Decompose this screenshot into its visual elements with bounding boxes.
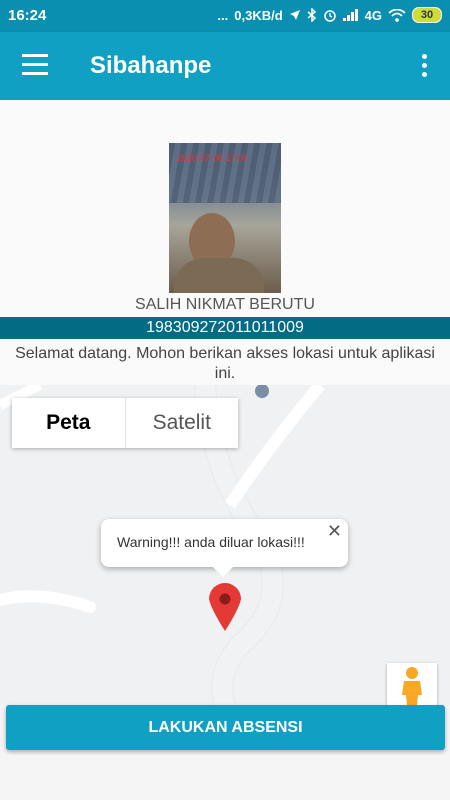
map-type-peta[interactable]: Peta bbox=[12, 398, 126, 448]
status-icons: ... 0,3KB/d 4G 30 bbox=[217, 7, 442, 23]
welcome-message: Selamat datang. Mohon berikan akses loka… bbox=[15, 345, 435, 382]
wifi-icon bbox=[388, 8, 406, 22]
app-bar: Sibahanpe bbox=[0, 32, 450, 100]
profile-section: 2020-07-08 17:00 SALIH NIKMAT BERUTU 198… bbox=[0, 100, 450, 385]
photo-timestamp: 2020-07-08 17:00 bbox=[177, 153, 249, 163]
battery-icon: 30 bbox=[412, 7, 442, 23]
map-view[interactable]: Peta Satelit Warning!!! anda diluar loka… bbox=[0, 385, 450, 705]
profile-photo: 2020-07-08 17:00 bbox=[169, 143, 281, 293]
app-title: Sibahanpe bbox=[90, 52, 212, 79]
map-type-toggle: Peta Satelit bbox=[12, 398, 238, 448]
notification-dots: ... bbox=[217, 7, 229, 23]
bluetooth-icon bbox=[307, 8, 316, 22]
warning-text: Warning!!! anda diluar lokasi!!! bbox=[117, 534, 305, 550]
hamburger-menu-icon[interactable] bbox=[22, 54, 48, 76]
location-warning-infowindow: Warning!!! anda diluar lokasi!!! ✕ bbox=[101, 519, 348, 577]
close-icon[interactable]: ✕ bbox=[327, 521, 342, 542]
map-type-satelit[interactable]: Satelit bbox=[126, 398, 239, 448]
employee-name: SALIH NIKMAT BERUTU bbox=[135, 296, 315, 313]
lakukan-absensi-button[interactable]: LAKUKAN ABSENSI bbox=[6, 705, 445, 750]
more-vert-icon[interactable] bbox=[422, 54, 428, 81]
location-arrow-icon bbox=[289, 10, 300, 20]
network-type: 4G bbox=[364, 7, 382, 23]
street-view-pegman-icon[interactable] bbox=[387, 663, 437, 705]
signal-icon bbox=[342, 9, 358, 21]
status-bar: 16:24 ... 0,3KB/d 4G 30 bbox=[0, 0, 450, 32]
status-time: 16:24 bbox=[8, 7, 47, 24]
employee-nip: 198309272011011009 bbox=[0, 317, 450, 339]
network-speed: 0,3KB/d bbox=[234, 7, 283, 23]
map-marker-icon[interactable] bbox=[207, 581, 243, 633]
alarm-icon bbox=[323, 10, 336, 22]
bottom-area bbox=[0, 755, 450, 800]
